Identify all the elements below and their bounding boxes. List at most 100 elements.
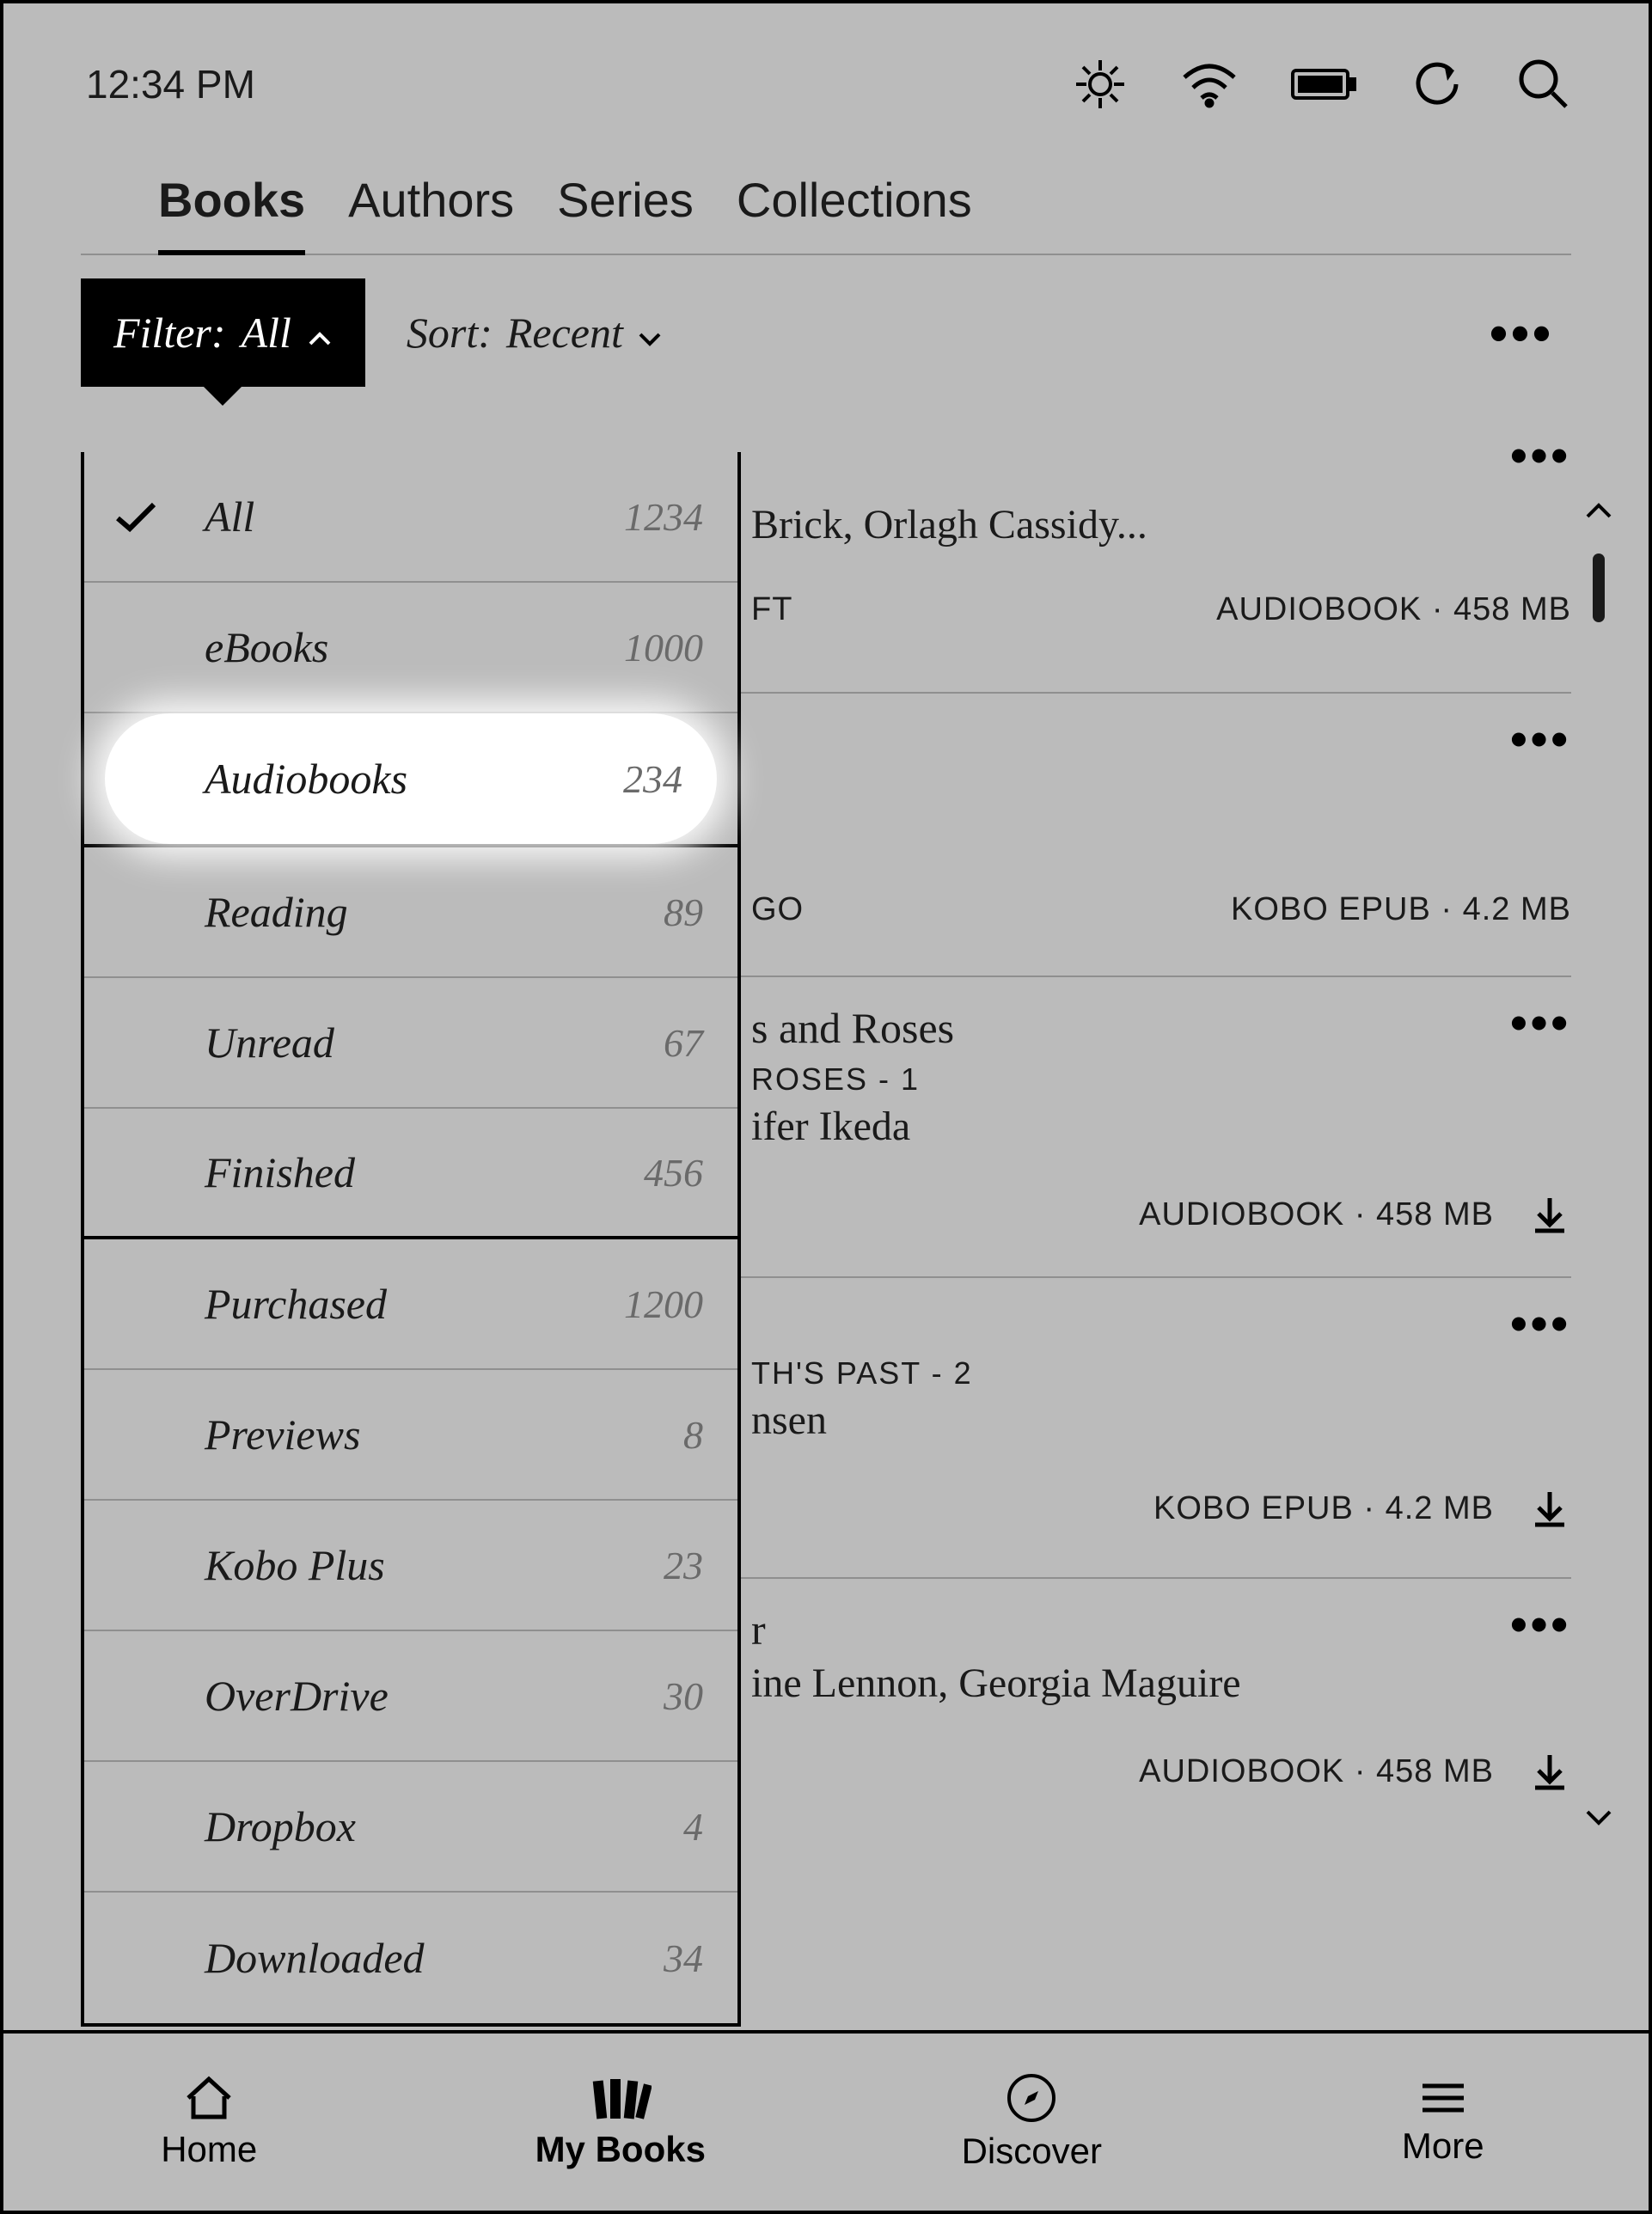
filter-option-finished[interactable]: Finished 456 <box>84 1109 737 1239</box>
row-more-button[interactable]: ••• <box>1510 711 1571 767</box>
list-more-button[interactable]: ••• <box>1490 303 1554 363</box>
filter-current: All <box>242 308 291 358</box>
filter-option-count: 8 <box>683 1412 703 1458</box>
filter-option-label: eBooks <box>187 622 624 672</box>
download-icon[interactable] <box>1528 1750 1571 1793</box>
filter-option-count: 1200 <box>624 1281 703 1327</box>
scroll-track[interactable] <box>1582 528 1616 1800</box>
filter-option-overdrive[interactable]: OverDrive 30 <box>84 1631 737 1762</box>
filter-option-count: 89 <box>664 890 703 935</box>
filter-label-prefix: Filter: <box>113 308 226 358</box>
tab-collections[interactable]: Collections <box>737 172 972 254</box>
scroll-up-icon[interactable] <box>1582 493 1616 528</box>
bottom-nav: Home My Books Discover More <box>3 2030 1649 2211</box>
compass-icon <box>1006 2072 1057 2124</box>
filter-option-purchased[interactable]: Purchased 1200 <box>84 1239 737 1370</box>
filter-option-label: Unread <box>187 1018 664 1067</box>
filter-option-count: 234 <box>623 756 682 802</box>
book-series: ROSES - 1 <box>751 1061 1571 1098</box>
tab-books[interactable]: Books <box>158 172 305 255</box>
scroll-down-icon[interactable] <box>1582 1800 1616 1834</box>
status-bar: 12:34 PM <box>3 3 1649 129</box>
filter-option-koboplus[interactable]: Kobo Plus 23 <box>84 1501 737 1631</box>
book-series: GO <box>751 891 804 928</box>
row-more-button[interactable]: ••• <box>1510 1295 1571 1351</box>
book-series: TH'S PAST - 2 <box>751 1355 1571 1391</box>
filter-option-count: 67 <box>664 1020 703 1066</box>
nav-label: My Books <box>535 2129 706 2170</box>
search-icon[interactable] <box>1516 57 1571 112</box>
scroll-indicator[interactable] <box>1582 493 1616 1868</box>
filter-option-ebooks[interactable]: eBooks 1000 <box>84 583 737 713</box>
book-series: FT <box>751 591 792 628</box>
battery-icon <box>1291 65 1358 103</box>
nav-label: More <box>1402 2125 1484 2167</box>
filter-option-count: 23 <box>664 1543 703 1588</box>
row-more-button[interactable]: ••• <box>1510 427 1571 483</box>
filter-option-count: 4 <box>683 1804 703 1850</box>
book-meta: KOBO EPUB · 4.2 MB <box>1231 891 1571 928</box>
filter-option-label: Kobo Plus <box>187 1540 664 1590</box>
nav-discover[interactable]: Discover <box>826 2034 1238 2211</box>
filter-option-count: 1000 <box>624 625 703 670</box>
nav-home[interactable]: Home <box>3 2034 415 2211</box>
menu-icon <box>1417 2077 1469 2119</box>
filter-dropdown: All 1234 eBooks 1000 Audiobooks 234 Read… <box>81 452 741 2027</box>
download-icon[interactable] <box>1528 1487 1571 1530</box>
filter-option-downloaded[interactable]: Downloaded 34 <box>84 1893 737 2023</box>
row-more-button[interactable]: ••• <box>1510 1596 1571 1652</box>
clock: 12:34 PM <box>86 61 255 107</box>
filter-option-label: Reading <box>187 887 664 937</box>
wifi-icon[interactable] <box>1179 60 1239 108</box>
library-tabs: Books Authors Series Collections <box>81 129 1571 255</box>
book-meta: AUDIOBOOK · 458 MB <box>1139 1753 1494 1790</box>
book-meta: AUDIOBOOK · 458 MB <box>1139 1196 1494 1233</box>
book-narrator: ifer Ikeda <box>751 1103 1571 1150</box>
filter-option-label: Purchased <box>187 1279 624 1329</box>
book-title: r <box>751 1605 1571 1654</box>
sort-button[interactable]: Sort: Recent <box>407 308 663 358</box>
filter-option-all[interactable]: All 1234 <box>84 452 737 583</box>
chevron-up-icon <box>307 308 333 358</box>
sync-icon[interactable] <box>1410 57 1465 112</box>
filter-option-dropbox[interactable]: Dropbox 4 <box>84 1762 737 1893</box>
filter-option-count: 30 <box>664 1673 703 1719</box>
filter-option-audiobooks[interactable]: Audiobooks 234 <box>105 713 717 844</box>
filter-option-count: 1234 <box>624 494 703 540</box>
nav-mybooks[interactable]: My Books <box>415 2034 827 2211</box>
filter-option-count: 456 <box>644 1150 703 1196</box>
filter-button[interactable]: Filter: All <box>81 278 365 387</box>
books-icon <box>590 2074 652 2122</box>
chevron-down-icon <box>637 308 663 358</box>
nav-more[interactable]: More <box>1238 2034 1649 2211</box>
sort-label-prefix: Sort: <box>407 308 493 358</box>
book-narrator: Brick, Orlagh Cassidy... <box>751 501 1571 548</box>
check-icon <box>84 499 187 534</box>
filter-option-reading[interactable]: Reading 89 <box>84 847 737 978</box>
brightness-icon[interactable] <box>1073 57 1128 112</box>
filter-option-label: Finished <box>187 1147 644 1197</box>
filter-option-previews[interactable]: Previews 8 <box>84 1370 737 1501</box>
filter-option-label: Audiobooks <box>187 754 623 804</box>
book-title: s and Roses <box>751 1003 1571 1053</box>
tab-authors[interactable]: Authors <box>348 172 514 254</box>
filter-option-label: Previews <box>187 1410 683 1459</box>
tab-series[interactable]: Series <box>557 172 694 254</box>
filter-option-label: Dropbox <box>187 1801 683 1851</box>
book-meta: AUDIOBOOK · 458 MB <box>1216 591 1571 628</box>
scroll-thumb[interactable] <box>1593 554 1605 622</box>
filter-option-label: Downloaded <box>187 1933 664 1983</box>
filter-option-label: All <box>187 492 624 541</box>
book-narrator: ine Lennon, Georgia Maguire <box>751 1660 1571 1707</box>
filter-option-unread[interactable]: Unread 67 <box>84 978 737 1109</box>
nav-label: Home <box>161 2129 257 2170</box>
download-icon[interactable] <box>1528 1193 1571 1236</box>
filter-option-label: OverDrive <box>187 1671 664 1721</box>
filter-sort-row: Filter: All Sort: Recent ••• <box>81 255 1571 410</box>
filter-option-count: 34 <box>664 1936 703 1981</box>
sort-current: Recent <box>506 308 623 358</box>
row-more-button[interactable]: ••• <box>1510 994 1571 1050</box>
nav-label: Discover <box>962 2131 1102 2172</box>
book-narrator: nsen <box>751 1397 1571 1444</box>
book-meta: KOBO EPUB · 4.2 MB <box>1153 1490 1494 1527</box>
